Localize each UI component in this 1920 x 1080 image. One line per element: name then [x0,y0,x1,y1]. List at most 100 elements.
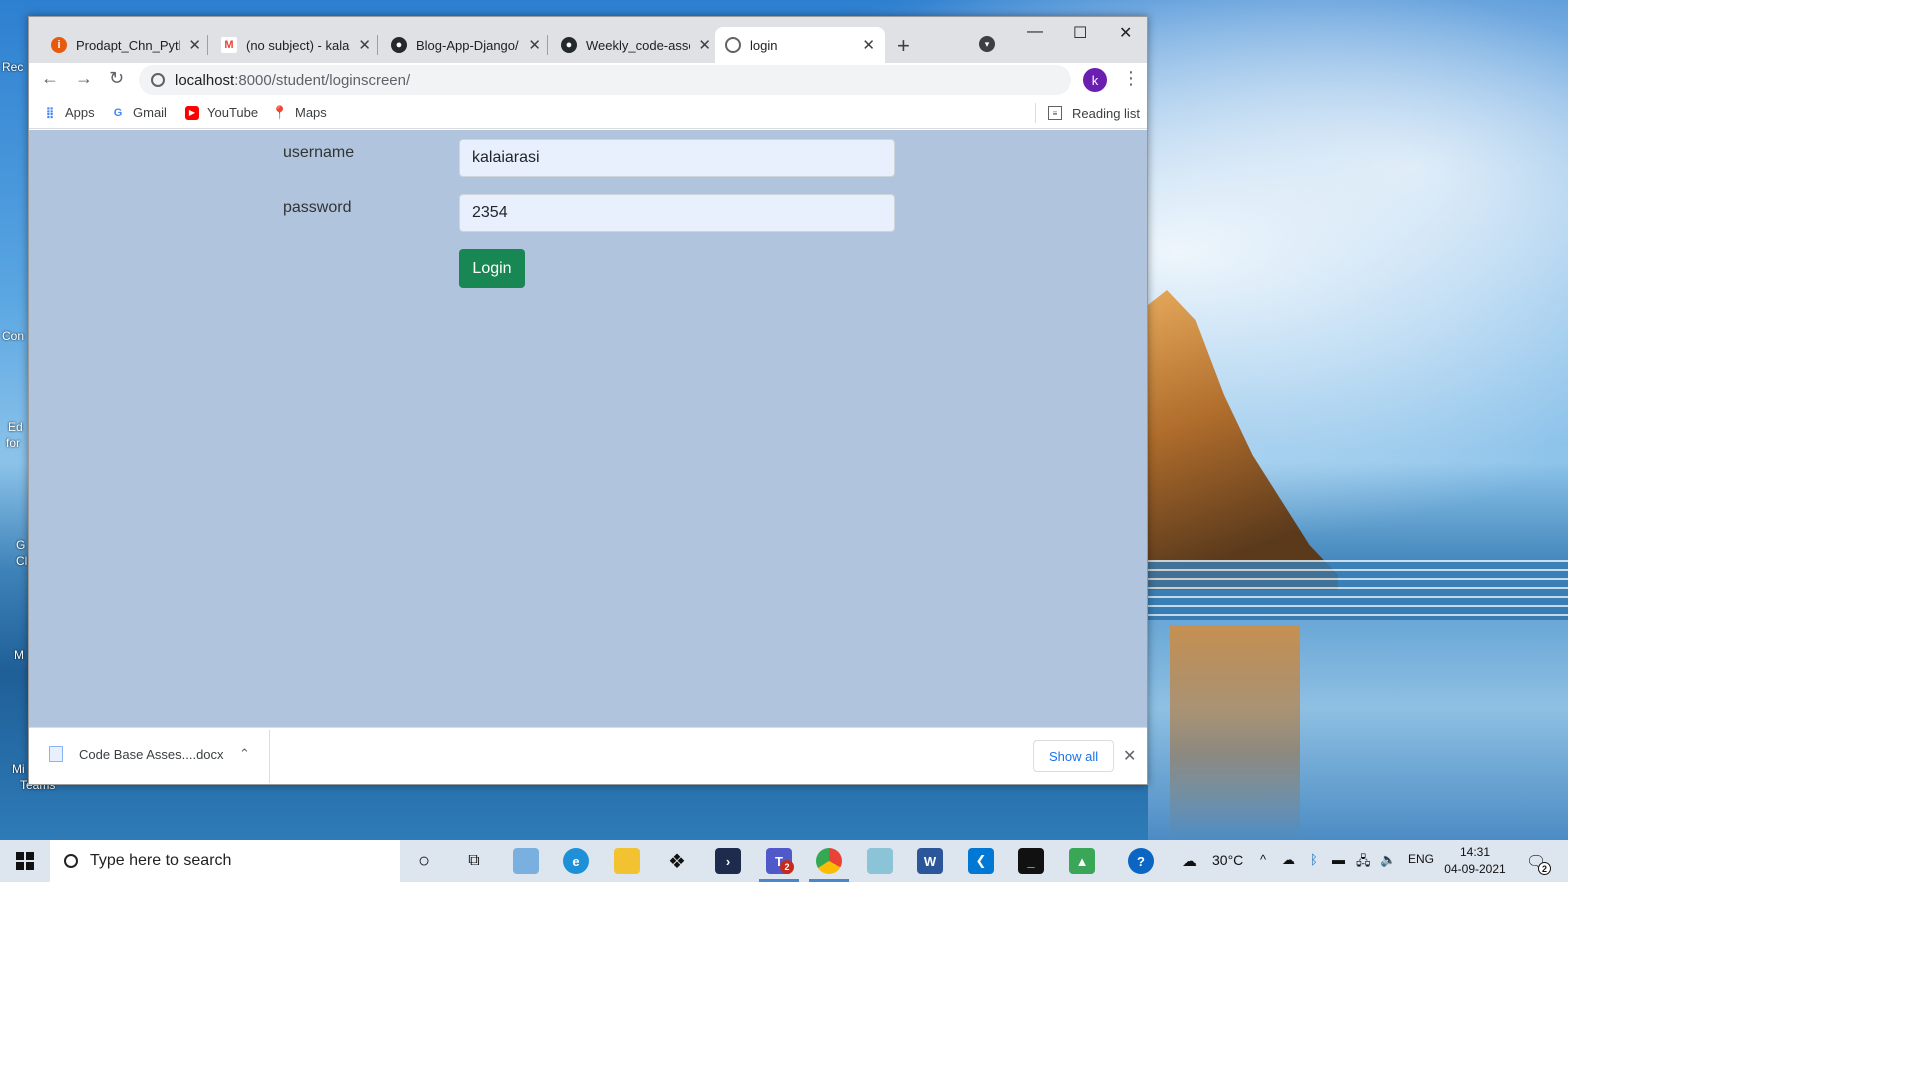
browser-window: i Prodapt_Chn_Pytho ✕ M (no subject) - k… [28,16,1148,785]
windows-start-icon[interactable] [16,852,34,870]
bluetooth-icon[interactable]: ᛒ [1310,852,1318,867]
close-icon[interactable]: ✕ [698,36,711,54]
desktop-icon-label[interactable]: Con [2,329,24,343]
divider [269,730,270,783]
password-input[interactable] [459,194,895,232]
address-bar[interactable]: localhost:8000/student/loginscreen/ [139,65,1071,95]
back-arrow-icon[interactable]: ← [41,68,59,89]
desktop-icons[interactable]: Rec Con Ed for G Cl M Mi Teams [0,0,55,840]
desktop-icon-label[interactable]: M [14,648,24,662]
network-icon[interactable]: 🖧 [1356,852,1371,874]
profile-avatar[interactable]: k [1083,68,1107,92]
tab-weekly-code[interactable]: ● Weekly_code-asse ✕ [551,27,721,63]
bookmark-label: Gmail [133,105,167,120]
username-label: username [283,144,355,161]
anaconda-icon[interactable]: ▲ [1069,848,1095,874]
desktop-icon-label[interactable]: Rec [2,60,23,74]
reading-list-icon: ≡ [1048,106,1062,120]
dropbox-icon[interactable]: ❖ [664,848,690,874]
tab-gmail[interactable]: M (no subject) - kalai. ✕ [211,27,381,63]
app-icon[interactable] [867,848,893,874]
show-all-button[interactable]: Show all [1033,740,1115,772]
desktop-icon-label[interactable]: Ed [8,420,23,434]
menu-kebab-icon[interactable]: ⋮ [1122,68,1140,89]
tab-login[interactable]: login ✕ [715,27,885,63]
clock[interactable]: 14:31 04-09-2021 [1440,844,1510,878]
github-icon: ● [391,37,407,53]
close-icon[interactable]: ✕ [1123,746,1136,766]
login-button[interactable]: Login [459,249,525,288]
bookmark-youtube[interactable]: ▶ YouTube [185,105,258,120]
search-icon [64,854,78,868]
chevron-up-icon[interactable]: ^ [1260,852,1266,867]
bookmark-maps[interactable]: 📍 Maps [271,104,327,121]
orange-info-icon: i [51,37,67,53]
reading-list-button[interactable]: ≡ Reading list [1035,103,1140,123]
url-path: :8000/student/loginscreen/ [234,71,411,89]
battery-icon[interactable]: ▬ [1332,852,1345,867]
url-host: localhost [175,71,235,89]
weather-icon[interactable]: ☁ [1182,852,1197,870]
vscode-icon[interactable]: ❮ [968,848,994,874]
tab-title: login [750,37,778,53]
file-explorer-icon[interactable] [614,848,640,874]
tab-blog-app[interactable]: ● Blog-App-Django/ ✕ [381,27,551,63]
maps-pin-icon: 📍 [271,104,289,120]
edge-icon[interactable]: e [563,848,589,874]
reload-icon[interactable]: ↻ [109,68,124,89]
task-view-icon[interactable]: ⧉ [461,848,487,874]
site-info-icon[interactable] [151,73,165,87]
tab-strip: i Prodapt_Chn_Pytho ✕ M (no subject) - k… [29,17,1147,63]
bookmark-label: YouTube [207,105,259,120]
window-close-icon[interactable]: ✕ [1119,23,1132,43]
desktop-icon-label[interactable]: for [6,436,20,450]
wallpaper-cliff [1148,290,1338,590]
powershell-icon[interactable]: › [715,848,741,874]
tab-prodapt[interactable]: i Prodapt_Chn_Pytho ✕ [41,27,211,63]
desktop-icon-label[interactable]: Cl [16,554,27,568]
cortana-icon[interactable]: ○ [411,848,437,874]
google-g-icon: G [113,106,123,119]
search-placeholder: Type here to search [90,852,232,869]
forward-arrow-icon[interactable]: → [75,68,93,89]
word-icon[interactable]: W [917,848,943,874]
temperature[interactable]: 30°C [1212,852,1243,868]
new-tab-icon[interactable]: + [897,33,910,59]
close-icon[interactable]: ✕ [188,36,201,54]
teams-badge: 2 [780,860,794,874]
volume-icon[interactable]: 🔈 [1380,852,1396,868]
language-indicator[interactable]: ENG [1408,852,1434,866]
wallpaper-waves [1148,560,1568,620]
maximize-icon[interactable]: ☐ [1073,23,1087,43]
docx-file-icon [49,746,63,762]
username-input[interactable] [459,139,895,177]
github-icon: ● [561,37,577,53]
download-item[interactable]: Code Base Asses....docx [49,746,224,762]
download-file-name: Code Base Asses....docx [79,746,224,762]
desktop-icon-label[interactable]: Mi [12,762,25,776]
bookmark-apps[interactable]: ⣿ Apps [43,105,95,120]
minimize-icon[interactable]: — [1027,23,1043,41]
download-shelf: Code Base Asses....docx ⌃ Show all ✕ [29,727,1147,784]
close-icon[interactable]: ✕ [358,36,371,54]
help-icon[interactable]: ? [1128,848,1154,874]
desktop-manager-icon[interactable] [513,848,539,874]
tab-title: Blog-App-Django/ [416,37,519,53]
gmail-icon: M [221,37,237,53]
active-app-indicator [759,879,799,882]
tab-title: Prodapt_Chn_Pytho [76,37,180,53]
terminal-icon[interactable]: _ [1018,848,1044,874]
close-icon[interactable]: ✕ [528,36,541,54]
chrome-icon[interactable] [816,848,842,874]
reading-list-label: Reading list [1072,105,1140,121]
youtube-icon: ▶ [185,105,199,120]
tab-search-icon[interactable]: ▾ [979,36,995,52]
desktop-icon-label[interactable]: G [16,538,25,552]
bookmark-gmail[interactable]: G Gmail [111,105,167,120]
clock-time: 14:31 [1459,845,1491,859]
onedrive-icon[interactable]: ☁ [1282,852,1295,868]
taskbar-search[interactable]: Type here to search [50,840,400,882]
tab-title: Weekly_code-asse [586,37,691,53]
chevron-up-icon[interactable]: ⌃ [239,746,250,762]
close-icon[interactable]: ✕ [862,36,875,54]
